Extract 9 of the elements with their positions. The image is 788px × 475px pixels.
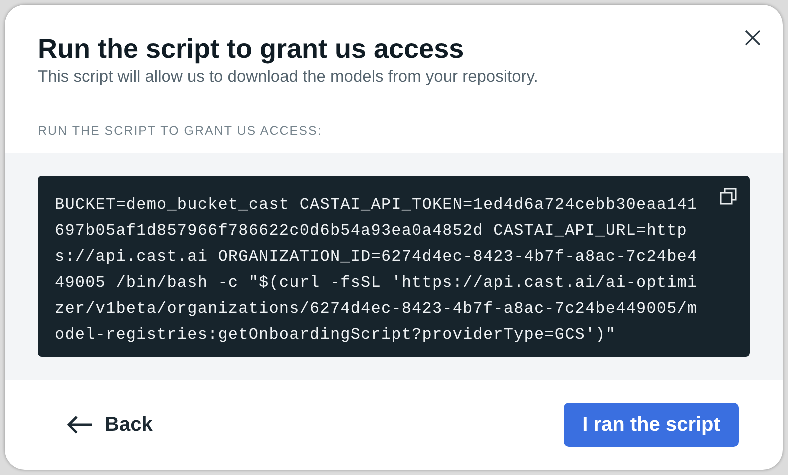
copy-icon[interactable] bbox=[720, 188, 737, 205]
dialog-title: Run the script to grant us access bbox=[38, 33, 466, 65]
arrow-left-icon bbox=[67, 416, 93, 434]
dialog-subtitle: This script will allow us to download the models from your repository. bbox=[38, 68, 540, 87]
close-icon[interactable] bbox=[745, 30, 761, 46]
back-button[interactable]: Back bbox=[67, 414, 153, 436]
script-text: BUCKET=demo_bucket_cast CASTAI_API_TOKEN=1ed4d6a724cebb30eaa141697b05af1d857966f786622c0d6b54a93ea0a4852d CASTAI_API_URL=https://api.cast.ai ORGANIZATION_ID=6274d4ec-8423-4b7f-a8ac-7c24be449005 /bin/bash -c "$(curl -fsSL 'https://api.cast.ai/ai-optimizer/v1beta/organizations/6274d4ec-8423-4b7f-a8ac-7c24be449005/model-registries:getOnboardingScript?providerType=GCS')" bbox=[55, 195, 699, 346]
section-label: RUN THE SCRIPT TO GRANT US ACCESS: bbox=[38, 124, 324, 138]
ran-script-button[interactable]: I ran the script bbox=[564, 403, 739, 447]
